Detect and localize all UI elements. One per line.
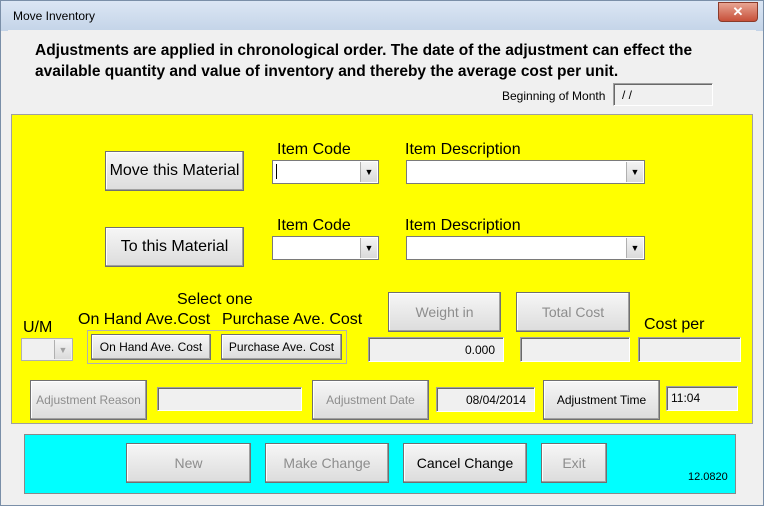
cost-per-label: Cost per — [644, 316, 705, 333]
from-item-description-select[interactable]: ▼ — [406, 160, 645, 184]
total-cost-button[interactable]: Total Cost — [516, 292, 630, 332]
purchase-ave-cost-label: Purchase Ave. Cost — [222, 311, 363, 328]
chevron-down-icon[interactable]: ▼ — [626, 162, 643, 182]
beginning-of-month-label: Beginning of Month — [502, 89, 606, 103]
make-change-button[interactable]: Make Change — [265, 443, 389, 483]
to-item-code-select[interactable]: ▼ — [272, 236, 379, 260]
title-bar[interactable]: Move Inventory ✕ — [1, 1, 763, 31]
chevron-down-icon[interactable]: ▼ — [54, 340, 71, 359]
version-label: 12.0820 — [688, 471, 728, 483]
from-item-description-label: Item Description — [405, 141, 521, 158]
move-this-material-button[interactable]: Move this Material — [105, 151, 244, 191]
um-label: U/M — [23, 319, 53, 336]
adjustment-time-button[interactable]: Adjustment Time — [543, 380, 660, 420]
exit-button[interactable]: Exit — [541, 443, 607, 483]
close-button[interactable]: ✕ — [718, 2, 758, 22]
adjustment-date-button[interactable]: Adjustment Date — [312, 380, 429, 420]
to-this-material-button[interactable]: To this Material — [105, 227, 244, 267]
text-caret — [276, 164, 277, 179]
from-item-code-select[interactable]: ▼ — [272, 160, 379, 184]
new-button[interactable]: New — [126, 443, 251, 483]
window-title: Move Inventory — [13, 9, 96, 23]
cost-per-field[interactable] — [638, 337, 741, 362]
chevron-down-icon[interactable]: ▼ — [360, 162, 377, 182]
to-item-description-label: Item Description — [405, 217, 521, 234]
total-cost-field[interactable] — [520, 337, 630, 362]
adjustment-reason-field[interactable] — [157, 387, 302, 411]
cancel-change-button[interactable]: Cancel Change — [403, 443, 527, 483]
chevron-down-icon[interactable]: ▼ — [626, 238, 643, 258]
close-icon: ✕ — [732, 4, 744, 19]
adjustment-reason-button[interactable]: Adjustment Reason — [30, 380, 147, 420]
um-select[interactable]: ▼ — [21, 338, 73, 361]
notice-text: Adjustments are applied in chronological… — [35, 42, 693, 80]
weight-in-field[interactable]: 0.000 — [368, 337, 504, 362]
to-item-description-select[interactable]: ▼ — [406, 236, 645, 260]
weight-in-button[interactable]: Weight in — [388, 292, 501, 332]
adjustment-time-field[interactable]: 11:04 — [666, 386, 738, 411]
purchase-ave-cost-button[interactable]: Purchase Ave. Cost — [221, 334, 342, 360]
beginning-of-month-field[interactable]: / / — [613, 83, 713, 106]
on-hand-ave-cost-button[interactable]: On Hand Ave. Cost — [91, 334, 211, 360]
select-one-label: Select one — [177, 291, 253, 308]
adjustment-date-field[interactable]: 08/04/2014 — [436, 387, 535, 412]
chevron-down-icon[interactable]: ▼ — [360, 238, 377, 258]
to-item-code-label: Item Code — [277, 217, 351, 234]
on-hand-ave-cost-label: On Hand Ave.Cost — [78, 311, 211, 328]
from-item-code-label: Item Code — [277, 141, 351, 158]
